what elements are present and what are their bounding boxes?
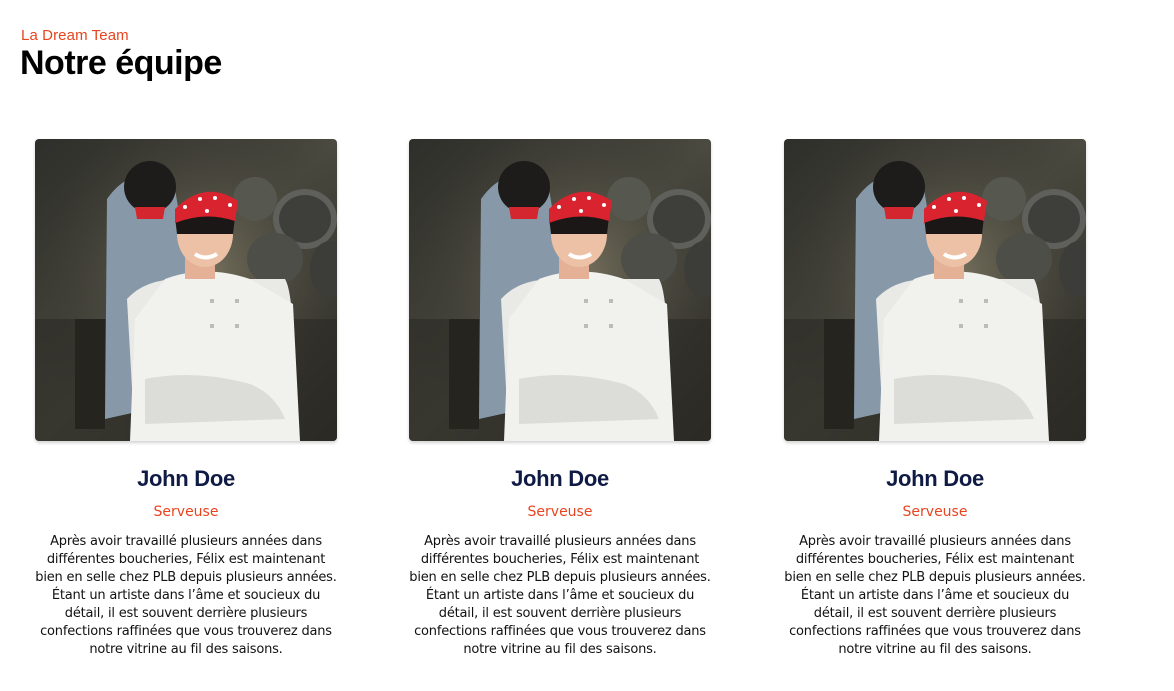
section-eyebrow: La Dream Team	[21, 27, 129, 44]
chef-portrait-image	[35, 139, 337, 441]
member-role: Serveuse	[153, 504, 219, 520]
team-member-card: John Doe Serveuse Après avoir travaillé …	[409, 139, 711, 659]
member-bio: Après avoir travaillé plusieurs années d…	[409, 534, 711, 657]
member-bio: Après avoir travaillé plusieurs années d…	[784, 534, 1086, 657]
member-bio: Après avoir travaillé plusieurs années d…	[35, 534, 337, 657]
member-name: John Doe	[886, 466, 984, 491]
chef-portrait-image	[784, 139, 1086, 441]
member-name: John Doe	[137, 466, 235, 491]
team-member-card: John Doe Serveuse Après avoir travaillé …	[784, 139, 1086, 659]
member-role: Serveuse	[902, 504, 968, 520]
chef-portrait-image	[409, 139, 711, 441]
page-title: Notre équipe	[20, 44, 222, 82]
team-member-card: John Doe Serveuse Après avoir travaillé …	[35, 139, 337, 659]
member-role: Serveuse	[527, 504, 593, 520]
team-grid: John Doe Serveuse Après avoir travaillé …	[0, 139, 1174, 679]
member-name: John Doe	[511, 466, 609, 491]
